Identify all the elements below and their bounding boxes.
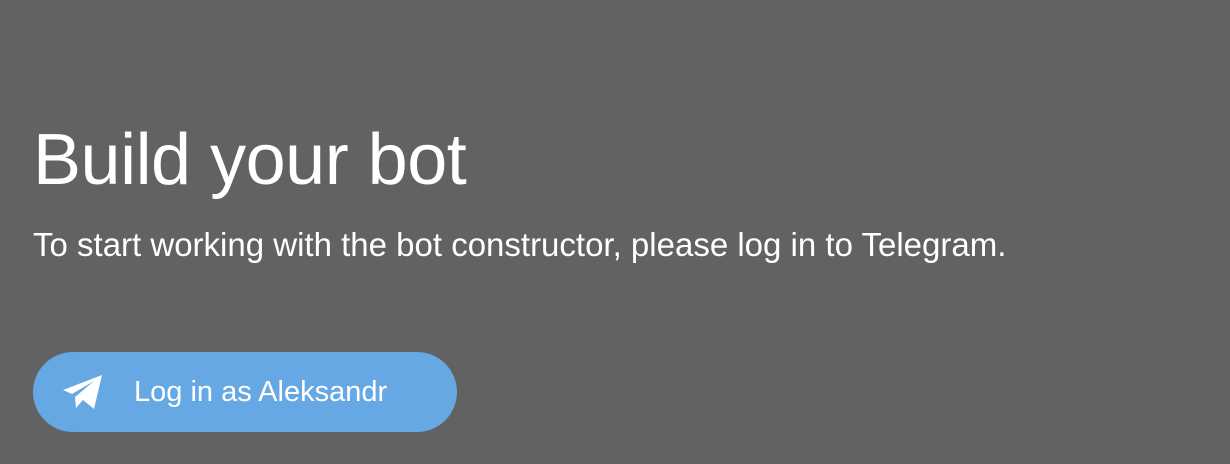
page-subtitle: To start working with the bot constructo… — [33, 226, 1007, 263]
telegram-login-label: Log in as Aleksandr — [134, 375, 388, 408]
telegram-login-button[interactable]: Log in as Aleksandr — [33, 352, 457, 432]
hero-section: Build your bot To start working with the… — [33, 0, 1213, 464]
telegram-plane-icon — [61, 373, 105, 411]
page-title: Build your bot — [33, 120, 467, 200]
